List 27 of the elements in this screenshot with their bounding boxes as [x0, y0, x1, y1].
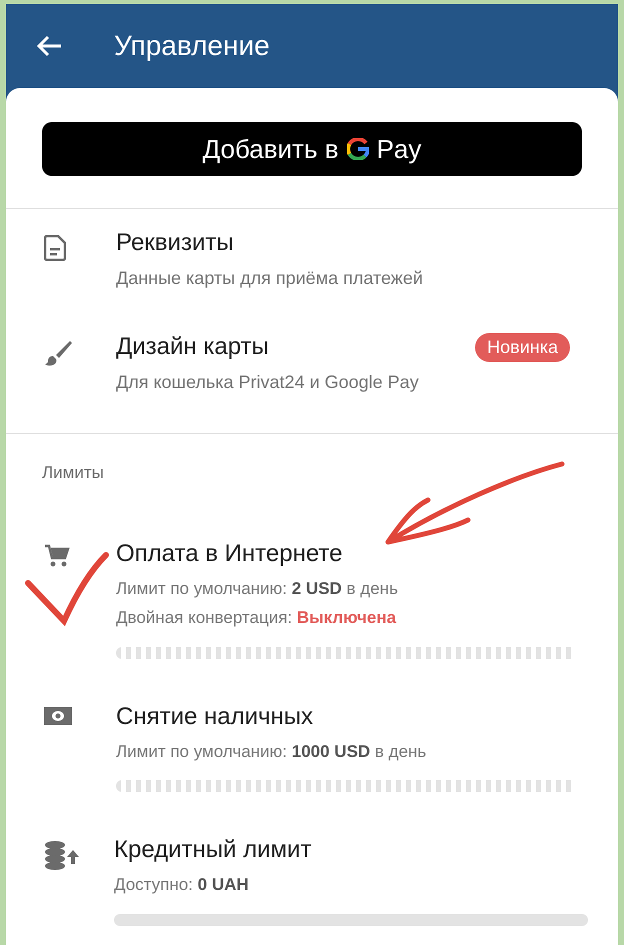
item-title: Дизайн карты — [116, 332, 269, 362]
limit-detail: Лимит по умолчанию: 1000 USD в день — [116, 740, 428, 762]
cart-icon — [44, 544, 70, 568]
limit-item[interactable]: Кредитный лимит Доступно: 0 UAH — [6, 832, 618, 926]
limit-detail: Двойная конвертация: Выключена — [116, 607, 398, 629]
limit-item[interactable]: Оплата в Интернете Лимит по умолчанию: 2 USD в день Двойная конвертация: Выключена — [6, 536, 618, 658]
new-badge: Новинка — [475, 332, 570, 362]
item-subtitle: Для кошелька Privat24 и Google Pay — [116, 371, 420, 394]
limit-detail: Лимит по умолчанию: 2 USD в день — [116, 578, 399, 600]
limit-item[interactable]: Снятие наличных Лимит по умолчанию: 1000 USD в день — [6, 698, 618, 792]
google-pay-button[interactable]: Добавить в Pay — [42, 122, 582, 176]
section-heading: Лимиты — [41, 462, 105, 484]
menu-item[interactable]: Реквизиты Данные карты для приёма платежей — [6, 225, 618, 329]
item-subtitle: Данные карты для приёма платежей — [116, 267, 424, 290]
screen-title: Управление — [114, 29, 270, 63]
back-arrow-icon[interactable] — [36, 35, 62, 57]
limit-detail: Доступно: 0 UAH — [114, 874, 250, 896]
document-icon — [44, 235, 66, 261]
item-title: Снятие наличных — [116, 702, 314, 732]
menu-item[interactable]: Дизайн карты Новинка Для кошелька Privat24 и Google Pay — [6, 329, 618, 433]
item-title: Кредитный лимит — [114, 835, 312, 865]
item-title: Реквизиты — [116, 228, 234, 258]
google-g-icon — [346, 138, 369, 160]
banknote-icon — [44, 706, 72, 724]
coins-arrow-icon — [44, 840, 80, 872]
item-title: Оплата в Интернете — [116, 538, 344, 568]
brush-icon — [44, 339, 72, 367]
